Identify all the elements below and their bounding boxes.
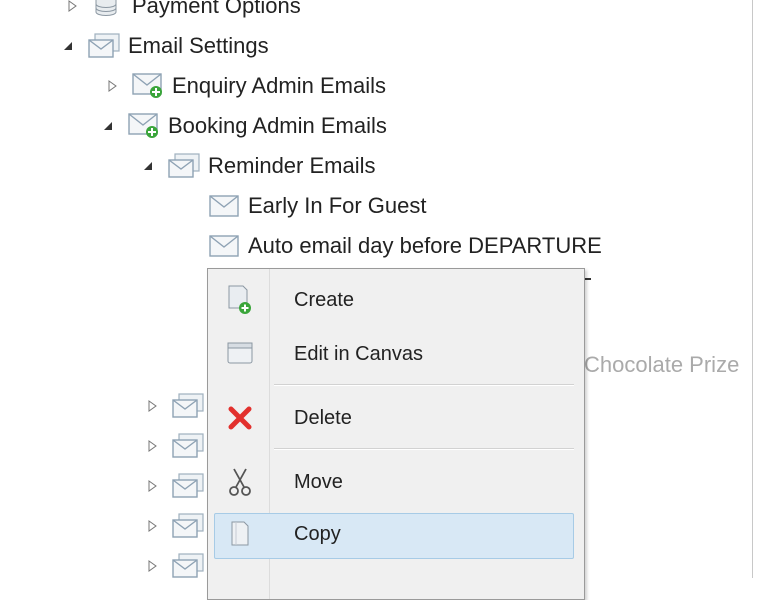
email-folder-icon	[88, 32, 120, 60]
delete-x-icon	[222, 400, 258, 436]
email-add-icon	[132, 72, 164, 100]
tree-item-collapsed-folder[interactable]	[146, 386, 204, 426]
scissors-icon	[222, 464, 258, 500]
tree-item-label: Enquiry Admin Emails	[172, 73, 386, 98]
tree-item-collapsed-folder[interactable]	[146, 546, 204, 586]
menu-highlight	[214, 513, 574, 559]
canvas-window-icon	[222, 336, 258, 372]
tree-item-enquiry-admin-emails[interactable]: Enquiry Admin Emails	[106, 66, 386, 106]
tree-item-label: Payment Options	[132, 0, 301, 18]
database-icon	[92, 0, 124, 20]
tree-item-early-in-for-guest[interactable]: Early In For Guest	[208, 186, 427, 226]
tree-item-payment-options[interactable]: Payment Options	[66, 0, 301, 26]
menu-item-label: Move	[294, 470, 343, 493]
tree-item-email-settings[interactable]: Email Settings	[62, 26, 269, 66]
tree-item-collapsed-folder[interactable]	[146, 426, 204, 466]
expand-toggle-icon[interactable]	[106, 80, 118, 92]
tree-item-label: Reminder Emails	[208, 153, 376, 178]
collapse-toggle-icon[interactable]	[102, 120, 114, 132]
expand-toggle-icon[interactable]	[146, 520, 158, 532]
tree-item-label: Auto email day before DEPARTURE	[248, 233, 602, 258]
expand-toggle-icon[interactable]	[66, 0, 78, 12]
tree-item-label: Email Settings	[128, 33, 269, 58]
menu-item-label: Edit in Canvas	[294, 342, 423, 365]
tree-item-label: Booking Admin Emails	[168, 113, 387, 138]
tree-item-booking-admin-emails[interactable]: Booking Admin Emails	[102, 106, 387, 146]
envelope-icon	[208, 232, 240, 260]
menu-item-label: Delete	[294, 406, 352, 429]
menu-item-move[interactable]: Move	[208, 456, 584, 508]
menu-item-create[interactable]: Create	[208, 274, 584, 326]
expand-toggle-icon[interactable]	[146, 480, 158, 492]
menu-item-label: Create	[294, 288, 355, 311]
email-folder-icon	[172, 432, 204, 460]
tree-item-reminder-emails[interactable]: Reminder Emails	[142, 146, 376, 186]
tree-item-label: Early In For Guest	[248, 193, 427, 218]
menu-item-copy[interactable]: Copy	[208, 512, 584, 564]
email-folder-icon	[172, 472, 204, 500]
expand-toggle-icon[interactable]	[146, 560, 158, 572]
menu-separator	[274, 448, 574, 450]
menu-item-edit-in-canvas[interactable]: Edit in Canvas	[208, 328, 584, 380]
menu-separator	[274, 384, 574, 386]
context-menu: Create Edit in Canvas Delete Move Copy	[207, 268, 585, 600]
email-folder-icon	[172, 512, 204, 540]
panel-border	[752, 0, 753, 578]
envelope-icon	[208, 192, 240, 220]
tree-item-auto-email-departure[interactable]: Auto email day before DEPARTURE	[208, 226, 602, 266]
expand-toggle-icon[interactable]	[146, 400, 158, 412]
create-page-icon	[222, 282, 258, 318]
menu-item-delete[interactable]: Delete	[208, 392, 584, 444]
email-folder-icon	[172, 392, 204, 420]
email-folder-icon	[168, 152, 200, 180]
menu-item-label: Copy	[294, 523, 341, 545]
email-add-icon	[128, 112, 160, 140]
tree-item-collapsed-folder[interactable]	[146, 466, 204, 506]
partial-tree-label: Chocolate Prize	[584, 352, 740, 377]
email-folder-icon	[172, 552, 204, 580]
tree-item-collapsed-folder[interactable]	[146, 506, 204, 546]
collapse-toggle-icon[interactable]	[142, 160, 154, 172]
expand-toggle-icon[interactable]	[146, 440, 158, 452]
collapse-toggle-icon[interactable]	[62, 40, 74, 52]
copy-page-icon	[222, 516, 258, 552]
